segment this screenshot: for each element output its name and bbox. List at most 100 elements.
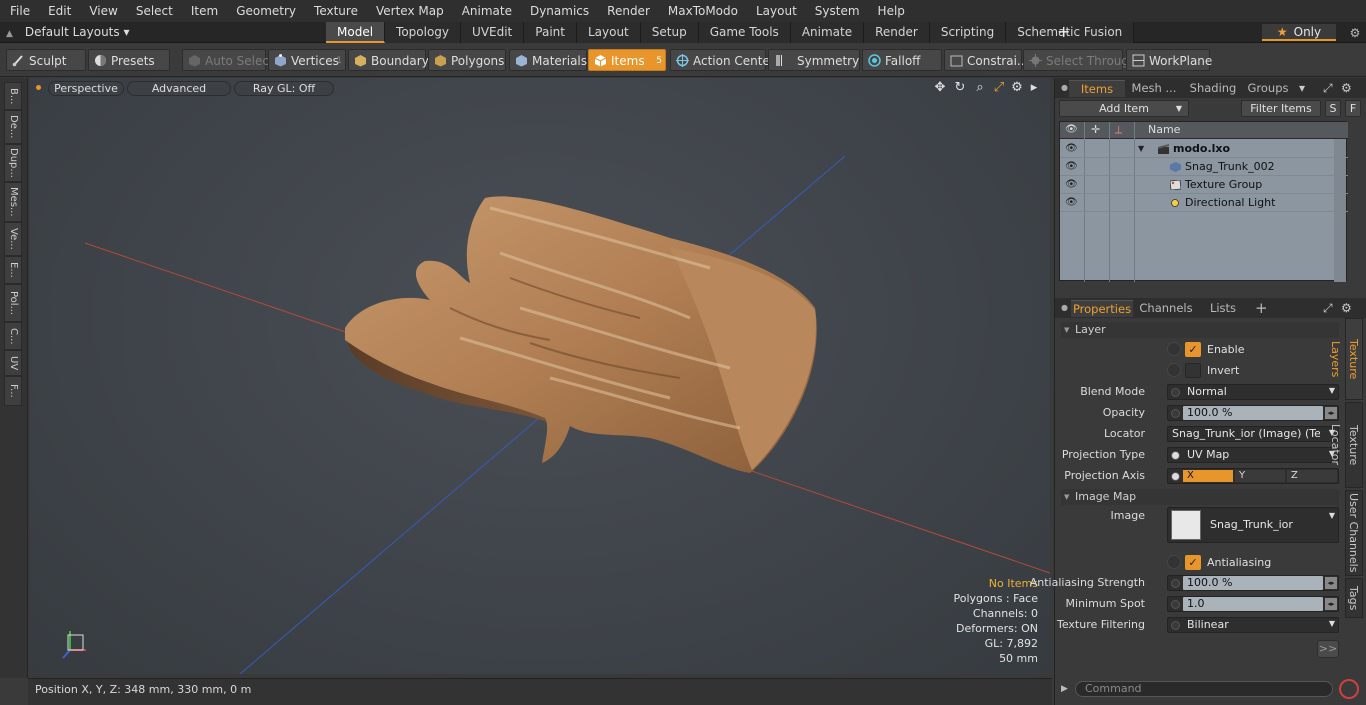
vtab-vertex[interactable]: Ve...	[4, 222, 22, 256]
eye-icon[interactable]: 👁	[1065, 194, 1078, 212]
item-row-mesh[interactable]: 👁 Snag_Trunk_002	[1060, 158, 1348, 176]
antialiasing-checkbox[interactable]: ✓	[1185, 555, 1201, 570]
panel-dot-icon[interactable]: ●	[1061, 83, 1068, 92]
tab-render[interactable]: Render	[864, 22, 930, 43]
move-view-icon[interactable]: ✥	[933, 81, 947, 95]
sculpt-button[interactable]: Sculpt	[6, 49, 86, 71]
tab-shading[interactable]: Shading	[1185, 80, 1241, 97]
filter-items-button[interactable]: Filter Items	[1241, 100, 1321, 117]
action-center-button[interactable]: Action Center	[670, 49, 775, 71]
tab-uvedit[interactable]: UVEdit	[461, 22, 525, 43]
presets-button[interactable]: Presets	[88, 49, 170, 71]
axis-x-button[interactable]: X	[1183, 470, 1233, 482]
tab-mesh[interactable]: Mesh ...	[1127, 80, 1181, 97]
vtab-polygon[interactable]: Pol...	[4, 284, 22, 322]
item-row-scene[interactable]: 👁 ▼ modo.lxo	[1060, 140, 1348, 158]
axis-header-icon[interactable]: ⟂	[1115, 123, 1122, 137]
menu-item[interactable]: Item	[181, 0, 226, 22]
tab-groups[interactable]: Groups	[1243, 80, 1293, 97]
tab-model[interactable]: Model	[326, 22, 386, 43]
axis-z-button[interactable]: Z	[1287, 470, 1337, 482]
menu-render[interactable]: Render	[597, 0, 658, 22]
min-spot-input[interactable]: 1.0 ◂▸	[1167, 596, 1339, 612]
constraints-button[interactable]: Constrai...	[944, 49, 1028, 71]
add-tab-icon[interactable]: +	[1057, 22, 1070, 43]
fit-view-icon[interactable]: ⤢	[992, 81, 1006, 95]
aa-strength-input[interactable]: 100.0 % ◂▸	[1167, 575, 1339, 591]
vtab-mesh-edit[interactable]: Mes...	[4, 182, 22, 222]
eye-icon[interactable]: 👁	[1065, 158, 1078, 176]
menu-select[interactable]: Select	[126, 0, 181, 22]
stepper-icon[interactable]: ◂▸	[1325, 407, 1337, 419]
panel-gear-icon[interactable]: ⚙	[1341, 81, 1352, 95]
vtab-edge[interactable]: E...	[4, 256, 22, 284]
visibility-header-icon[interactable]: 👁	[1065, 124, 1078, 135]
perspective-button[interactable]: Perspective	[48, 81, 124, 96]
vtab-deform[interactable]: De...	[4, 110, 22, 144]
invert-keyframe-dot[interactable]	[1167, 363, 1181, 377]
image-select[interactable]: Snag_Trunk_ior ▼	[1167, 507, 1339, 543]
enable-keyframe-dot[interactable]	[1167, 342, 1181, 356]
menu-geometry[interactable]: Geometry	[226, 0, 304, 22]
command-expand-icon[interactable]: ▶	[1061, 684, 1068, 694]
image-map-section-header[interactable]: Image Map	[1061, 489, 1339, 505]
raygl-button[interactable]: Ray GL: Off	[234, 81, 334, 96]
menu-system[interactable]: System	[805, 0, 868, 22]
tab-game-tools[interactable]: Game Tools	[698, 22, 791, 43]
vtab-user-channels[interactable]: User Channels	[1345, 490, 1363, 576]
invert-checkbox[interactable]	[1185, 363, 1201, 378]
tab-topology[interactable]: Topology	[385, 22, 462, 43]
viewport-expand-icon[interactable]: ▸	[1027, 81, 1041, 95]
menu-texture[interactable]: Texture	[304, 0, 366, 22]
item-row-light[interactable]: 👁 Directional Light	[1060, 194, 1348, 212]
items-scrollbar[interactable]	[1334, 139, 1346, 282]
falloff-button[interactable]: Falloff	[862, 49, 942, 71]
expand-triangle-icon[interactable]: ▼	[1138, 140, 1144, 158]
locator-select[interactable]: Snag_Trunk_ior (Image) (Tex ...▼	[1167, 426, 1339, 442]
expand-panel-icon[interactable]: ⤢	[1323, 81, 1333, 96]
axis-y-button[interactable]: Y	[1235, 470, 1285, 482]
blend-mode-select[interactable]: Normal ▼	[1167, 384, 1339, 400]
boundary-button[interactable]: Boundary	[348, 49, 429, 71]
menu-help[interactable]: Help	[868, 0, 913, 22]
panel-dot-icon[interactable]: ●	[1061, 303, 1068, 312]
tab-paint[interactable]: Paint	[524, 22, 577, 43]
stepper-icon[interactable]: ◂▸	[1325, 577, 1337, 589]
stepper-icon[interactable]: ◂▸	[1325, 598, 1337, 610]
more-button[interactable]: >>	[1317, 640, 1339, 658]
auto-select-button[interactable]: Auto Select	[182, 49, 274, 71]
viewport-scene[interactable]	[30, 78, 1050, 674]
items-list[interactable]: 👁 ✛ ⟂ Name 👁 ▼ modo.lxo 👁 Snag_Trunk_002…	[1059, 121, 1348, 282]
zoom-view-icon[interactable]: ⌕	[973, 81, 987, 95]
projection-type-select[interactable]: UV Map▼	[1167, 447, 1339, 463]
item-row-texture-group[interactable]: 👁 Texture Group	[1060, 176, 1348, 194]
command-input[interactable]: Command	[1075, 681, 1333, 697]
menu-edit[interactable]: Edit	[38, 0, 79, 22]
tab-layout[interactable]: Layout	[576, 22, 641, 43]
only-button[interactable]: ★ Only	[1262, 24, 1336, 41]
vtab-curve[interactable]: C...	[4, 322, 22, 350]
f-button[interactable]: F	[1345, 100, 1361, 117]
workplane-button[interactable]: WorkPlane	[1126, 49, 1212, 71]
vtab-tags[interactable]: Tags	[1345, 578, 1363, 618]
vtab-duplicate[interactable]: Dup...	[4, 144, 22, 182]
vtab-texture-locator[interactable]: Texture Locator	[1329, 402, 1363, 488]
viewport-settings-icon[interactable]: ⚙	[1010, 81, 1024, 95]
items-button[interactable]: Items 5	[588, 49, 666, 71]
menu-vertex-map[interactable]: Vertex Map	[366, 0, 452, 22]
collapse-up-icon[interactable]: ▲	[6, 29, 13, 39]
menu-layout[interactable]: Layout	[746, 0, 805, 22]
gear-icon[interactable]: ⚙	[1346, 22, 1364, 44]
layer-section-header[interactable]: Layer	[1061, 322, 1339, 338]
menu-file[interactable]: File	[0, 0, 38, 22]
add-item-button[interactable]: Add Item ▼	[1059, 100, 1189, 117]
polygons-button[interactable]: Polygons	[428, 49, 506, 71]
menu-animate[interactable]: Animate	[452, 0, 520, 22]
vertices-button[interactable]: Vertices 1	[268, 49, 346, 71]
advanced-button[interactable]: Advanced	[127, 81, 231, 96]
vtab-texture-layers[interactable]: Texture Layers	[1329, 318, 1363, 400]
tab-items[interactable]: Items	[1069, 80, 1125, 97]
rotate-view-icon[interactable]: ↻	[953, 81, 967, 95]
3d-viewport[interactable]: Perspective Advanced Ray GL: Off ✥ ↻ ⌕ ⤢…	[30, 78, 1050, 674]
eye-icon[interactable]: 👁	[1065, 176, 1078, 194]
